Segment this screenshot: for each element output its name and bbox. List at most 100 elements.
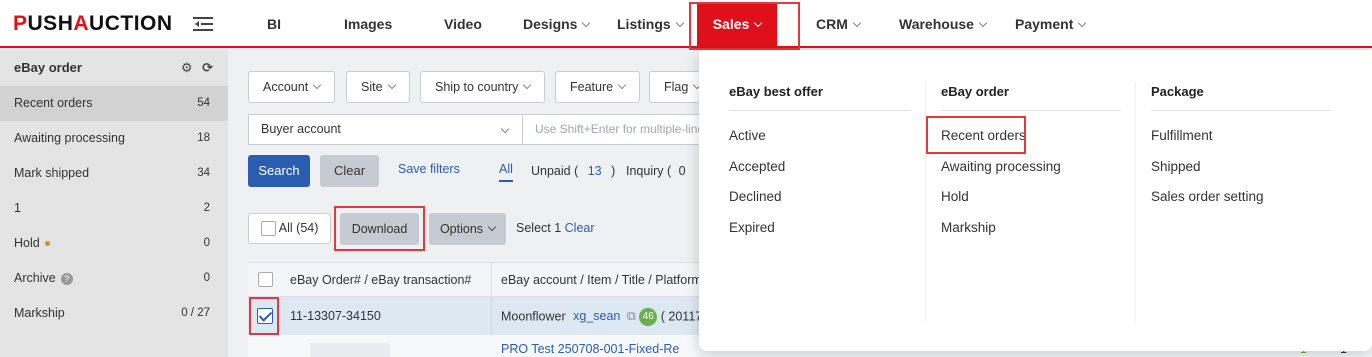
menu-item-hold[interactable]: Hold bbox=[941, 189, 969, 204]
buyer-account-select[interactable]: Buyer account bbox=[249, 115, 523, 144]
column-title: Package bbox=[1151, 84, 1204, 99]
sidebar-item-mark-shipped[interactable]: Mark shipped 34 bbox=[0, 156, 228, 191]
sidebar-item-hold[interactable]: Hold 0 bbox=[0, 226, 228, 261]
chevron-down-icon bbox=[675, 18, 684, 28]
search-button[interactable]: Search bbox=[248, 155, 310, 187]
column-divider bbox=[729, 110, 911, 111]
menu-item-active[interactable]: Active bbox=[729, 128, 766, 143]
nav-label: CRM bbox=[816, 16, 848, 32]
sidebar-item-count: 0 / 27 bbox=[181, 307, 210, 319]
column-title: eBay best offer bbox=[729, 84, 823, 99]
nav-label: Sales bbox=[712, 16, 750, 32]
chevron-down-icon bbox=[487, 222, 497, 232]
select-all-button[interactable]: All (54) bbox=[248, 213, 332, 244]
dropdown-column-package: Package Fulfillment Shipped Sales order … bbox=[1151, 50, 1331, 322]
feedback-score-badge: 46 bbox=[639, 308, 658, 326]
menu-item-declined[interactable]: Declined bbox=[729, 189, 782, 204]
nav-designs[interactable]: Designs bbox=[523, 0, 591, 48]
nav-sales[interactable]: Sales bbox=[697, 4, 777, 48]
filter-label: Flag bbox=[664, 80, 689, 94]
inquiry-count: 0 bbox=[678, 164, 686, 178]
row-checkbox[interactable] bbox=[257, 308, 273, 324]
selection-status: Select 1 Clear bbox=[516, 221, 595, 235]
chevron-down-icon bbox=[523, 80, 532, 90]
sidebar-item-1[interactable]: 12 bbox=[0, 191, 228, 226]
settings-icon[interactable]: ⚙ bbox=[181, 60, 193, 75]
help-icon[interactable]: ? bbox=[60, 272, 73, 285]
sidebar-item-label: 1 bbox=[14, 201, 21, 215]
menu-item-expired[interactable]: Expired bbox=[729, 220, 775, 235]
pushauction-logo[interactable]: PUSHAUCTION bbox=[13, 12, 173, 36]
sidebar-item-label: Mark shipped bbox=[14, 166, 90, 180]
buyer-username-link[interactable]: xg_sean bbox=[573, 309, 620, 323]
nav-images[interactable]: Images bbox=[344, 0, 392, 48]
options-button[interactable]: Options bbox=[429, 213, 506, 245]
menu-item-shipped[interactable]: Shipped bbox=[1151, 159, 1201, 174]
download-button[interactable]: Download bbox=[340, 213, 419, 245]
feature-filter[interactable]: Feature bbox=[555, 71, 641, 103]
select-all-checkbox[interactable] bbox=[261, 221, 276, 237]
menu-item-recent-orders[interactable]: Recent orders bbox=[941, 128, 1026, 143]
nav-label: Warehouse bbox=[899, 16, 974, 32]
sidebar-item-recent-orders[interactable]: Recent orders 54 bbox=[0, 86, 228, 121]
sidebar-item-awaiting-processing[interactable]: Awaiting processing 18 bbox=[0, 121, 228, 156]
tab-all[interactable]: All bbox=[499, 162, 513, 182]
site-filter[interactable]: Site bbox=[346, 71, 410, 103]
sidebar-item-archive[interactable]: Archive? 0 bbox=[0, 261, 228, 296]
buyer-search-input[interactable]: Use Shift+Enter for multiple-line bbox=[535, 115, 715, 144]
order-number[interactable]: 11-13307-34150 bbox=[290, 309, 381, 323]
column-separator bbox=[1135, 82, 1136, 322]
nav-bi[interactable]: BI bbox=[267, 0, 281, 48]
menu-item-accepted[interactable]: Accepted bbox=[729, 159, 785, 174]
tab-inquiry[interactable]: Inquiry ( 0 bbox=[626, 164, 686, 178]
menu-item-markship[interactable]: Markship bbox=[941, 220, 996, 235]
save-filters-link[interactable]: Save filters bbox=[398, 162, 460, 176]
refresh-icon[interactable]: ⟳ bbox=[202, 60, 213, 75]
nav-payment[interactable]: Payment bbox=[1015, 0, 1087, 48]
sidebar-item-count: 0 bbox=[203, 272, 210, 284]
buyer-search-row: Buyer account Use Shift+Enter for multip… bbox=[248, 114, 728, 145]
chevron-down-icon bbox=[387, 80, 396, 90]
chevron-down-icon bbox=[754, 18, 763, 28]
sidebar-item-label: Recent orders bbox=[14, 96, 93, 110]
ship-to-country-filter[interactable]: Ship to country bbox=[420, 71, 546, 103]
clear-button[interactable]: Clear bbox=[320, 155, 379, 187]
nav-video[interactable]: Video bbox=[444, 0, 482, 48]
logo-letter: A bbox=[73, 12, 90, 35]
sidebar: eBay order ⚙ ⟳ Recent orders 54 Awaiting … bbox=[0, 50, 228, 357]
item-title-link[interactable]: PRO Test 250708-001-Fixed-Re bbox=[501, 342, 679, 356]
sales-dropdown-menu: eBay best offer Active Accepted Declined… bbox=[699, 50, 1372, 351]
sidebar-item-count: 0 bbox=[203, 237, 210, 249]
nav-label: BI bbox=[267, 16, 281, 32]
logo-text: UCTION bbox=[89, 12, 173, 35]
nav-listings[interactable]: Listings bbox=[617, 0, 684, 48]
select-count-text: Select 1 bbox=[516, 221, 562, 235]
chevron-down-icon bbox=[617, 80, 627, 90]
sidebar-item-label: Awaiting processing bbox=[14, 131, 125, 145]
copy-icon[interactable]: ⧉ bbox=[627, 309, 636, 323]
menu-item-sales-order-setting[interactable]: Sales order setting bbox=[1151, 189, 1264, 204]
dropdown-column-ebay-order: eBay order Recent orders Awaiting proces… bbox=[941, 50, 1121, 322]
nav-crm[interactable]: CRM bbox=[816, 0, 862, 48]
chevron-down-icon bbox=[852, 18, 862, 28]
sidebar-title: eBay order bbox=[14, 60, 82, 75]
account-filter[interactable]: Account bbox=[248, 71, 336, 103]
nav-warehouse[interactable]: Warehouse bbox=[899, 0, 988, 48]
filter-label: Ship to country bbox=[435, 80, 519, 94]
filter-label: Feature bbox=[570, 80, 614, 94]
menu-item-awaiting-processing[interactable]: Awaiting processing bbox=[941, 159, 1061, 174]
clear-selection-link[interactable]: Clear bbox=[565, 221, 595, 235]
sidebar-item-markship[interactable]: Markship 0 / 27 bbox=[0, 296, 228, 331]
column-divider bbox=[941, 110, 1121, 111]
chevron-down-icon bbox=[500, 124, 510, 134]
collapse-menu-icon[interactable] bbox=[193, 15, 215, 33]
nav-label: Payment bbox=[1015, 16, 1074, 32]
nav-label: Video bbox=[444, 16, 482, 32]
account-name: Moonflower bbox=[501, 309, 566, 324]
dropdown-column-best-offer: eBay best offer Active Accepted Declined… bbox=[729, 50, 911, 322]
header-checkbox[interactable] bbox=[258, 272, 273, 287]
chevron-down-icon bbox=[978, 18, 988, 28]
col-account-header: eBay account / Item / Title / Platform bbox=[501, 273, 702, 287]
tab-unpaid[interactable]: Unpaid ( 13 ) bbox=[531, 164, 615, 178]
menu-item-fulfillment[interactable]: Fulfillment bbox=[1151, 128, 1213, 143]
